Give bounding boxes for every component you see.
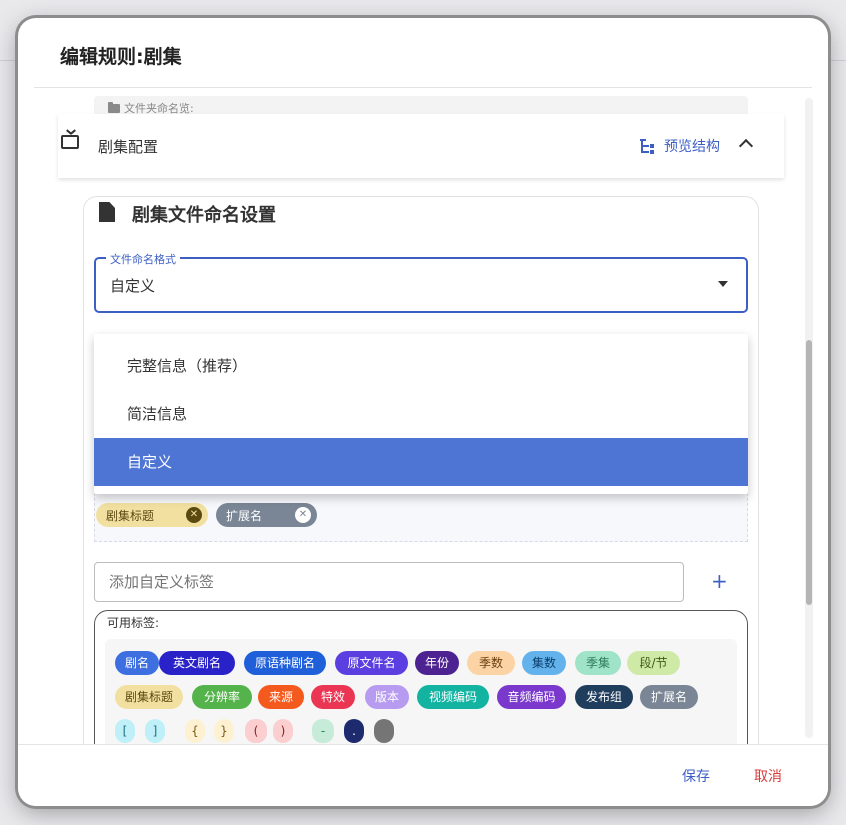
available-tag[interactable]: ) [273,719,293,743]
scrollbar-thumb[interactable] [806,340,812,605]
tree-structure-icon [640,139,654,154]
available-tags-list: 剧名 英文剧名 原语种剧名 原文件名 年份 季数 集数 季集 段/节剧集标题 分辨率 来源 特效 版本视… [105,639,737,744]
dialog-content[interactable]: 文件夹命名览: 剧集配置 预览结构 剧集文件命名设置 文件命名格式 自定义 剧集… [18,88,828,744]
dropdown-option[interactable]: 完整信息（推荐） [94,342,748,390]
available-tags-label: 可用标签: [107,616,160,630]
available-tag[interactable]: 季集 [575,651,621,675]
available-tag[interactable]: 集数 [522,651,567,675]
save-button[interactable]: 保存 [682,766,710,786]
available-tag[interactable]: 段/节 [627,651,680,675]
chip-label: 扩展名 [226,508,263,523]
available-tag[interactable]: 特效 [311,685,356,709]
available-tag[interactable]: - [312,719,334,743]
available-tag[interactable]: 来源 [258,685,304,709]
available-tag[interactable]: { [185,719,205,743]
naming-format-legend: 文件命名格式 [106,251,180,267]
selected-tag-chip[interactable]: 剧集标题 ✕ [96,503,208,527]
dialog-title: 编辑规则:剧集 [60,46,182,68]
available-tag[interactable]: 年份 [415,651,460,675]
available-tag[interactable]: 季数 [467,651,515,675]
tv-icon [61,135,79,149]
available-tag[interactable]: 剧集标题 [115,685,184,709]
available-tag[interactable]: . [344,719,364,743]
naming-format-value: 自定义 [110,277,156,295]
available-tag[interactable]: 版本 [365,685,410,709]
available-tag[interactable]: 视频编码 [417,685,489,709]
remove-chip-icon[interactable]: ✕ [186,507,202,523]
available-tag[interactable]: 原语种剧名 [244,651,326,675]
dropdown-option[interactable]: 自定义 [94,438,748,486]
custom-tag-input[interactable] [94,562,684,602]
available-tag[interactable]: [ [115,719,135,743]
naming-format-dropdown[interactable]: 完整信息（推荐） 简洁信息 自定义 [94,334,748,494]
available-tag[interactable]: ] [145,719,165,743]
available-tag[interactable]: 英文剧名 [159,651,235,675]
folder-icon [108,101,120,113]
available-tag[interactable]: 扩展名 [640,685,698,709]
add-custom-tag-button[interactable]: + [711,569,728,593]
selected-tag-chip[interactable]: 扩展名 ✕ [216,503,317,527]
preview-structure-label: 预览结构 [664,139,720,155]
document-icon [99,202,115,222]
available-tags-box: 可用标签: 剧名 英文剧名 原语种剧名 原文件名 年份 季数 集数 季集 段/节剧集标题 分辨率来… [94,610,748,744]
dialog-footer: 保存 取消 [18,744,828,806]
available-tag[interactable]: 音频编码 [497,685,566,709]
chevron-up-icon[interactable] [738,138,754,154]
naming-format-select[interactable]: 文件命名格式 自定义 [94,251,748,313]
available-tag[interactable]: 发布组 [575,685,633,709]
dropdown-option[interactable]: 简洁信息 [94,390,748,438]
available-tag[interactable]: } [214,719,234,743]
preview-structure-button[interactable]: 预览结构 [640,136,720,156]
available-tag[interactable]: 剧名 [115,651,160,675]
dropdown-arrow-icon[interactable] [718,281,728,287]
chip-label: 剧集标题 [106,508,155,523]
card-title: 剧集文件命名设置 [132,205,276,226]
cancel-button[interactable]: 取消 [754,766,782,786]
available-tag[interactable] [374,719,394,743]
edit-rule-dialog: 编辑规则:剧集 文件夹命名览: 剧集配置 预览结构 剧集文件命名设置 文件命名格… [18,18,828,806]
available-tag[interactable]: 分辨率 [192,685,252,709]
available-tag[interactable]: ( [245,719,267,743]
available-tag[interactable]: 原文件名 [335,651,408,675]
remove-chip-icon[interactable]: ✕ [295,507,311,523]
section-title: 剧集配置 [98,138,159,156]
tv-config-section-header[interactable]: 剧集配置 预览结构 [58,114,784,178]
